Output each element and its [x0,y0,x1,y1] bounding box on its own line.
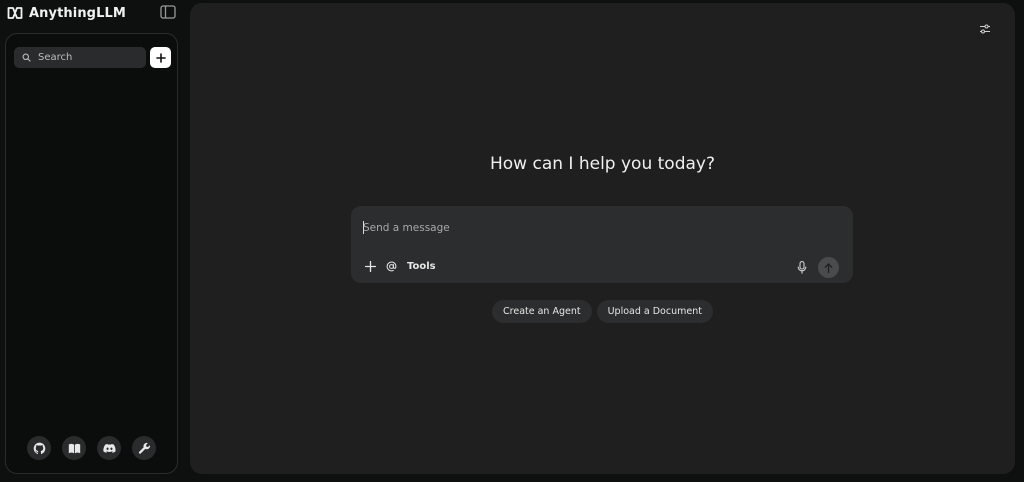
settings-button[interactable] [132,436,156,460]
book-icon [68,443,80,453]
text-caret [363,221,364,234]
sidebar-footer [27,436,156,460]
at-sign-icon [386,261,396,271]
search-input[interactable] [38,52,138,63]
composer-toolbar: Tools [364,260,436,272]
github-icon [33,442,45,454]
message-composer: Tools [351,206,853,283]
wrench-icon [138,442,150,454]
discord-button[interactable] [97,436,121,460]
send-button[interactable] [818,257,839,278]
microphone-icon[interactable] [797,261,807,274]
plus-icon [155,52,166,63]
brand: AnythingLLM [7,5,126,21]
greeting-heading: How can I help you today? [489,154,715,174]
mention-button[interactable] [385,260,397,272]
github-button[interactable] [27,436,51,460]
create-agent-chip[interactable]: Create an Agent [492,300,592,323]
upload-document-chip[interactable]: Upload a Document [596,300,713,323]
plus-icon [364,260,376,272]
arrow-up-icon [824,262,833,273]
anythingllm-logo-icon [7,7,23,19]
brand-name: AnythingLLM [29,5,126,21]
sidebar [5,33,178,474]
new-workspace-button[interactable] [150,47,171,68]
search-box[interactable] [14,47,146,68]
suggestion-chips: Create an Agent Upload a Document [190,300,1015,323]
sidebar-toggle-icon[interactable] [160,5,176,19]
search-icon [22,53,31,62]
attach-button[interactable] [364,260,376,272]
message-input[interactable] [363,219,833,237]
docs-button[interactable] [62,436,86,460]
tools-button[interactable]: Tools [407,261,436,272]
app-window: AnythingLLM Search How can I help you to… [0,0,1024,482]
sliders-icon[interactable] [979,23,991,35]
discord-icon [102,443,116,453]
main-panel: How can I help you today? Tools [190,3,1015,474]
